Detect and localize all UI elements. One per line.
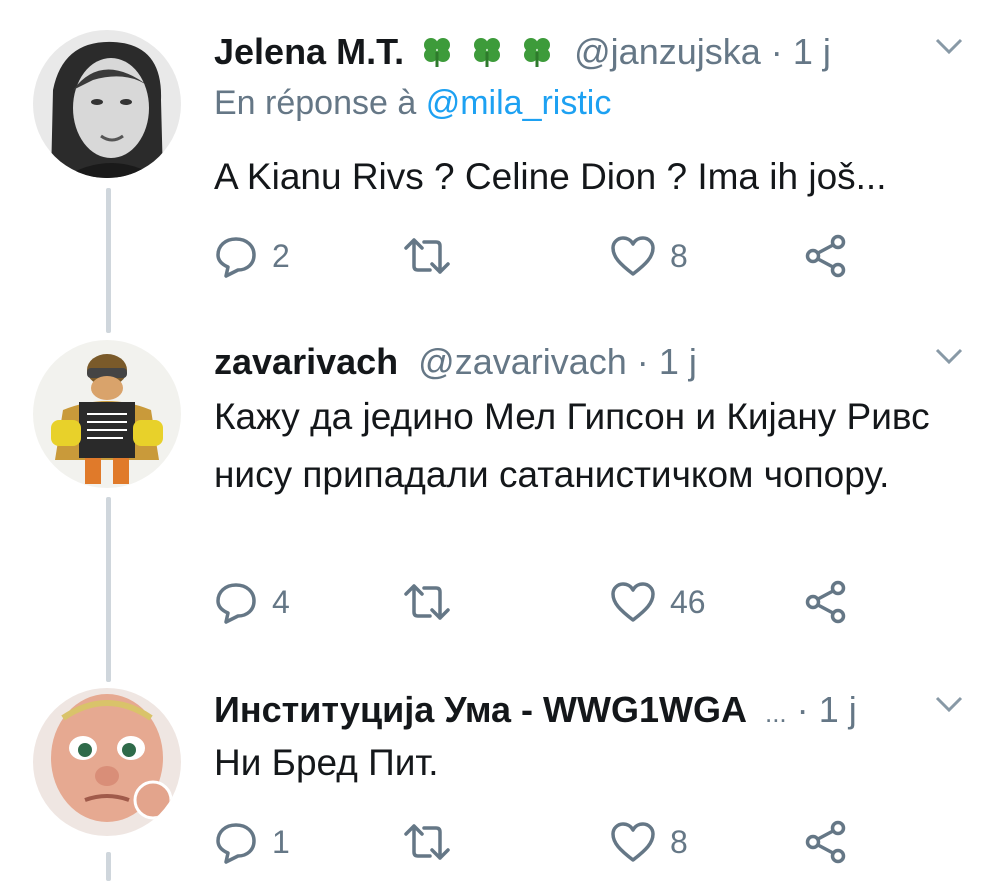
user-name[interactable]: Институција Ума - WWG1WGA (214, 689, 747, 730)
retweet-icon (404, 824, 450, 860)
separator-dot: · (636, 341, 649, 382)
reply-icon (216, 237, 256, 278)
chevron-down-icon[interactable] (934, 36, 964, 56)
share-button[interactable] (804, 230, 848, 282)
user-handle[interactable]: @janzujska (574, 31, 761, 72)
retweet-button[interactable] (404, 576, 464, 628)
timestamp[interactable]: 1 j (793, 31, 831, 72)
like-button[interactable]: 8 (610, 230, 688, 282)
reply-button[interactable]: 2 (214, 230, 290, 282)
reply-to: En réponse à @mila_ristic (214, 84, 611, 123)
tweet-text: Ни Бред Пит. (214, 742, 439, 783)
reply-count: 4 (272, 583, 290, 620)
separator-dot: · (796, 689, 809, 730)
retweet-button[interactable] (404, 230, 464, 282)
heart-icon (611, 236, 655, 276)
tweet-header: Институција Ума - WWG1WGA ... · 1 j (214, 688, 857, 735)
tweet-actions: 2 8 (214, 230, 874, 282)
four-leaf-clover-icon (424, 38, 451, 67)
share-icon (805, 234, 846, 278)
four-leaf-clover-icon (524, 38, 551, 67)
tweet-text: Кажу да једино Мел Гипсон и Кијану Ривс … (214, 396, 930, 495)
tweet-header: zavarivach @zavarivach · 1 j (214, 340, 697, 384)
like-button[interactable]: 8 (610, 816, 688, 868)
like-button[interactable]: 46 (610, 576, 706, 628)
reply-mention-link[interactable]: @mila_ristic (426, 84, 612, 122)
avatar[interactable] (33, 340, 181, 488)
name-truncation-ellipsis: ... (764, 698, 787, 728)
like-count: 8 (670, 237, 688, 274)
timestamp[interactable]: 1 j (659, 341, 697, 382)
heart-icon (611, 582, 655, 622)
like-count: 46 (670, 583, 706, 620)
tweet[interactable]: Jelena M.T. @janzujska · 1 j En réponse … (0, 30, 1000, 280)
reply-count: 1 (272, 823, 290, 860)
tweet-actions: 1 8 (214, 816, 874, 868)
tweet-actions: 4 46 (214, 576, 874, 628)
share-icon (805, 580, 846, 624)
reply-button[interactable]: 1 (214, 816, 290, 868)
reply-count: 2 (272, 237, 290, 274)
four-leaf-clover-icon (474, 38, 501, 67)
reply-icon (216, 583, 256, 624)
reply-button[interactable]: 4 (214, 576, 290, 628)
user-handle[interactable]: @zavarivach (418, 341, 627, 382)
user-name[interactable]: zavarivach (214, 341, 398, 382)
user-name[interactable]: Jelena M.T. (214, 31, 404, 72)
avatar[interactable] (33, 688, 181, 836)
avatar[interactable] (33, 30, 181, 178)
retweet-button[interactable] (404, 816, 464, 868)
retweet-icon (404, 584, 450, 620)
chevron-down-icon[interactable] (934, 694, 964, 714)
share-icon (805, 820, 846, 864)
reply-icon (216, 823, 256, 864)
tweet-text: A Kianu Rivs ? Celine Dion ? Ima ih još.… (214, 156, 887, 197)
separator-dot: · (770, 31, 783, 72)
timestamp[interactable]: 1 j (819, 689, 857, 730)
share-button[interactable] (804, 816, 848, 868)
heart-icon (611, 822, 655, 862)
tweet-header: Jelena M.T. @janzujska · 1 j (214, 30, 831, 74)
share-button[interactable] (804, 576, 848, 628)
tweet[interactable]: zavarivach @zavarivach · 1 j Кажу да јед… (0, 340, 1000, 640)
chevron-down-icon[interactable] (934, 346, 964, 366)
retweet-icon (404, 238, 450, 274)
like-count: 8 (670, 823, 688, 860)
tweet[interactable]: Институција Ума - WWG1WGA ... · 1 j Ни Б… (0, 688, 1000, 881)
reply-prefix: En réponse à (214, 84, 417, 122)
